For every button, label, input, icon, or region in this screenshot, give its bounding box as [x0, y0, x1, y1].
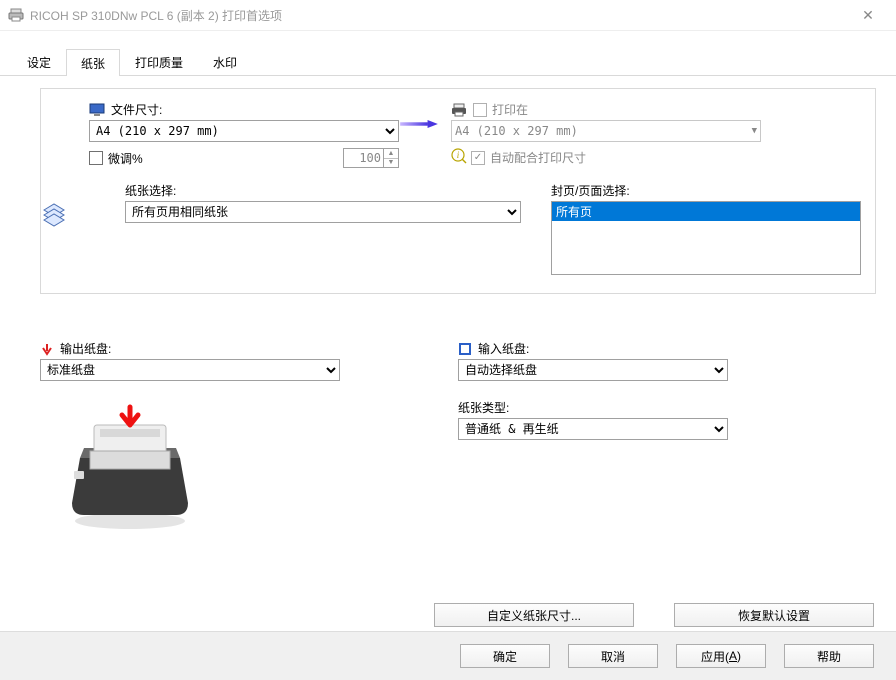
fine-adjust-input — [343, 148, 383, 168]
doc-size-label: 文件尺寸: — [111, 101, 162, 118]
cancel-button[interactable]: 取消 — [568, 644, 658, 668]
tab-paper[interactable]: 纸张 — [66, 49, 120, 76]
spin-up: ▲ — [384, 149, 398, 159]
paper-type-label: 纸张类型: — [458, 399, 876, 416]
input-tray-label-row: 输入纸盘: — [458, 340, 876, 357]
printer-icon — [8, 7, 24, 23]
info-icon: i — [451, 148, 467, 167]
spin-down: ▼ — [384, 159, 398, 168]
tab-watermark[interactable]: 水印 — [198, 48, 252, 75]
print-on-select: A4 (210 x 297 mm)▼ — [451, 120, 761, 142]
cover-select-listbox[interactable]: 所有页 — [551, 201, 861, 275]
apply-button[interactable]: 应用(A) — [676, 644, 766, 668]
tab-quality[interactable]: 打印质量 — [120, 48, 198, 75]
tab-settings[interactable]: 设定 — [12, 48, 66, 75]
printer-illustration — [60, 403, 200, 533]
titlebar: RICOH SP 310DNw PCL 6 (副本 2) 打印首选项 ✕ — [0, 0, 896, 31]
print-on-label: 打印在 — [492, 101, 528, 118]
restore-defaults-button[interactable]: 恢复默认设置 — [674, 603, 874, 627]
ok-button[interactable]: 确定 — [460, 644, 550, 668]
doc-size-label-row: 文件尺寸: — [89, 101, 399, 118]
input-tray-select[interactable]: 自动选择纸盘 — [458, 359, 728, 381]
auto-fit-checkbox: ✓ 自动配合打印尺寸 — [471, 149, 586, 166]
output-tray-select[interactable]: 标准纸盘 — [40, 359, 340, 381]
size-panel: 文件尺寸: A4 (210 x 297 mm) 微调% ▲▼ — [40, 88, 876, 294]
arrow-icon — [399, 115, 439, 133]
paper-select-label: 纸张选择: — [125, 182, 521, 199]
paper-select-dropdown[interactable]: 所有页用相同纸张 — [125, 201, 521, 223]
custom-size-button[interactable]: 自定义纸张尺寸... — [434, 603, 634, 627]
printer-small-icon — [451, 103, 467, 117]
window-title: RICOH SP 310DNw PCL 6 (副本 2) 打印首选项 — [30, 7, 848, 24]
doc-size-select[interactable]: A4 (210 x 297 mm) — [89, 120, 399, 142]
list-item[interactable]: 所有页 — [552, 202, 860, 221]
auto-fit-label: 自动配合打印尺寸 — [490, 149, 586, 166]
cover-select-label: 封页/页面选择: — [551, 182, 861, 199]
fine-adjust-label: 微调% — [108, 150, 143, 167]
tray-icon — [458, 342, 472, 356]
tabstrip: 设定 纸张 打印质量 水印 — [0, 45, 896, 75]
print-on-row: 打印在 — [451, 101, 761, 118]
paper-type-select[interactable]: 普通纸 & 再生纸 — [458, 418, 728, 440]
input-tray-label: 输入纸盘: — [478, 340, 529, 357]
monitor-icon — [89, 103, 105, 117]
output-tray-label: 输出纸盘: — [60, 340, 111, 357]
output-tray-label-row: 输出纸盘: — [40, 340, 458, 357]
help-button[interactable]: 帮助 — [784, 644, 874, 668]
fine-adjust-spinner: ▲▼ — [343, 148, 399, 168]
fine-adjust-checkbox[interactable]: 微调% — [89, 150, 143, 167]
stack-icon — [40, 200, 68, 231]
down-arrow-icon — [40, 342, 54, 356]
close-button[interactable]: ✕ — [848, 7, 888, 24]
dialog-button-bar: 确定 取消 应用(A) 帮助 — [0, 631, 896, 680]
print-on-checkbox[interactable]: 打印在 — [473, 101, 528, 118]
